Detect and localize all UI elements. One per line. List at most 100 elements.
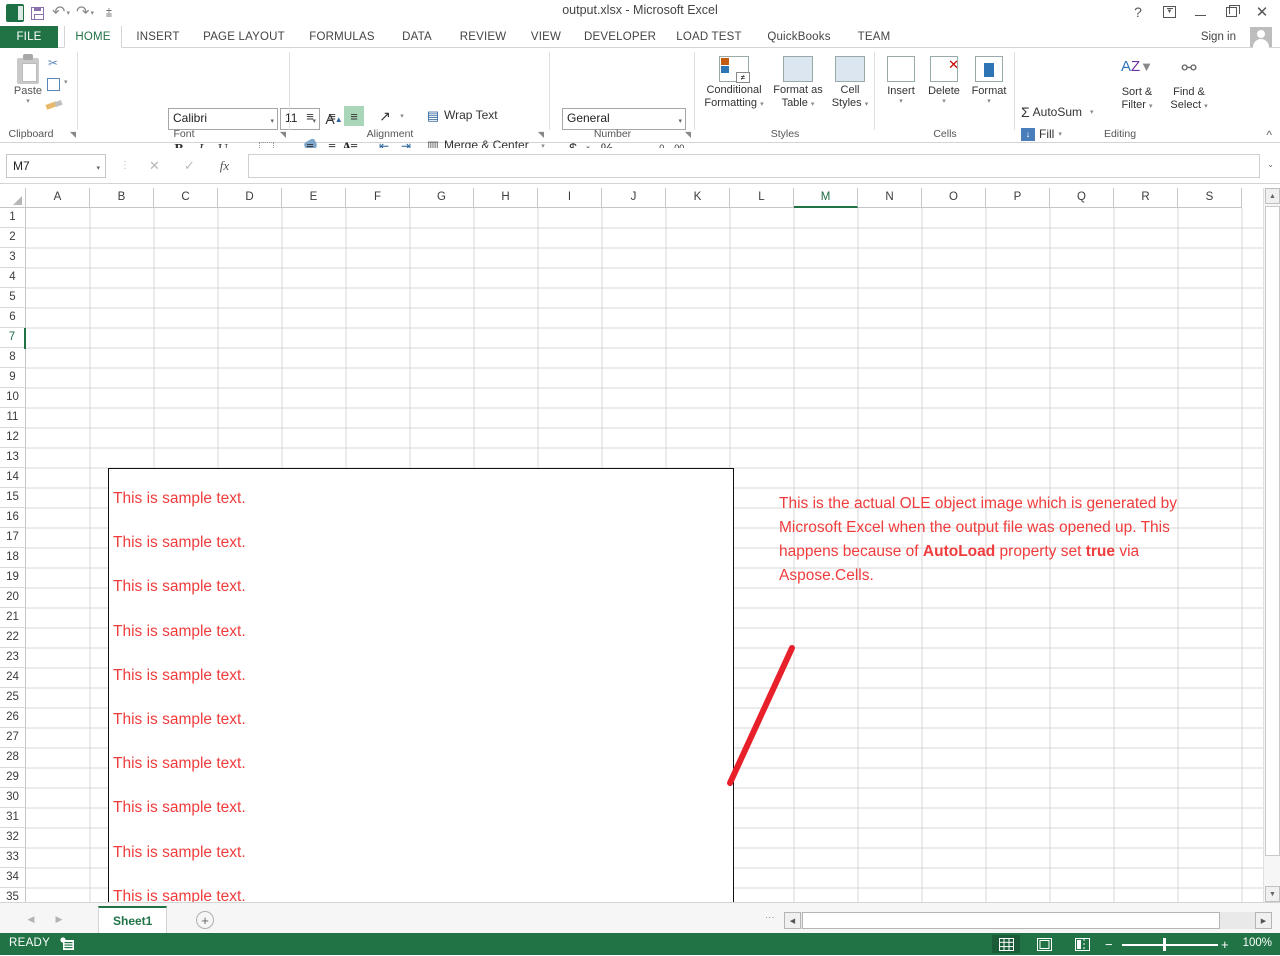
row-header-19[interactable]: 19 <box>0 568 26 588</box>
column-header-l[interactable]: L <box>730 188 794 208</box>
row-header-24[interactable]: 24 <box>0 668 26 688</box>
normal-view-icon[interactable] <box>992 935 1020 953</box>
cell-styles-button[interactable]: Cell Styles ▾ <box>827 54 873 111</box>
row-header-26[interactable]: 26 <box>0 708 26 728</box>
row-header-27[interactable]: 27 <box>0 728 26 748</box>
sheet-tab-sheet1[interactable]: Sheet1 <box>98 906 168 933</box>
column-header-e[interactable]: E <box>282 188 346 208</box>
row-header-3[interactable]: 3 <box>0 248 26 268</box>
row-header-8[interactable]: 8 <box>0 348 26 368</box>
row-header-29[interactable]: 29 <box>0 768 26 788</box>
cut-icon[interactable]: ✂ <box>48 56 58 70</box>
restore-icon[interactable] <box>1217 2 1245 22</box>
row-header-4[interactable]: 4 <box>0 268 26 288</box>
next-sheet-icon[interactable]: ▶ <box>48 911 70 927</box>
column-header-a[interactable]: A <box>26 188 90 208</box>
expand-formula-bar-icon[interactable]: ⌄ <box>1267 160 1274 169</box>
format-painter-icon[interactable] <box>45 99 63 112</box>
align-middle-icon[interactable]: ≡ <box>322 106 342 126</box>
column-header-i[interactable]: I <box>538 188 602 208</box>
page-layout-view-icon[interactable] <box>1030 935 1058 953</box>
row-header-21[interactable]: 21 <box>0 608 26 628</box>
row-header-10[interactable]: 10 <box>0 388 26 408</box>
zoom-out-button[interactable]: − <box>1105 937 1113 952</box>
row-header-7[interactable]: 7 <box>0 328 26 348</box>
column-header-k[interactable]: K <box>666 188 730 208</box>
ole-object[interactable]: This is sample text. This is sample text.… <box>108 468 734 902</box>
formula-input[interactable] <box>248 154 1260 178</box>
vertical-scroll-thumb[interactable] <box>1265 206 1280 856</box>
row-header-12[interactable]: 12 <box>0 428 26 448</box>
sort-filter-button[interactable]: AZ▼ Sort & Filter ▾ <box>1113 58 1161 113</box>
row-header-11[interactable]: 11 <box>0 408 26 428</box>
copy-icon[interactable] <box>47 78 60 91</box>
page-break-preview-icon[interactable] <box>1068 935 1096 953</box>
wrap-text-icon[interactable]: ▤ <box>424 106 442 126</box>
number-format-caret-icon[interactable]: ▾ <box>678 117 682 125</box>
select-all-corner[interactable] <box>0 188 26 208</box>
tab-team[interactable]: TEAM <box>848 26 900 48</box>
close-icon[interactable]: ✕ <box>1248 2 1276 22</box>
scroll-down-icon[interactable]: ▼ <box>1265 886 1280 902</box>
zoom-in-button[interactable]: + <box>1221 937 1229 952</box>
format-as-table-button[interactable]: Format as Table ▾ <box>769 54 827 111</box>
insert-cells-button[interactable]: Insert ▾ <box>881 56 921 105</box>
add-sheet-icon[interactable]: + <box>196 911 214 929</box>
row-header-2[interactable]: 2 <box>0 228 26 248</box>
font-name-caret-icon[interactable]: ▾ <box>270 117 274 125</box>
insert-function-icon[interactable]: fx <box>207 154 242 178</box>
tab-quickbooks[interactable]: QuickBooks <box>756 26 842 48</box>
column-header-c[interactable]: C <box>154 188 218 208</box>
minimize-icon[interactable] <box>1186 2 1214 22</box>
tab-load-test[interactable]: LOAD TEST <box>668 26 750 48</box>
align-top-icon[interactable]: ≡ <box>300 106 320 126</box>
column-header-m[interactable]: M <box>794 188 858 208</box>
column-header-g[interactable]: G <box>410 188 474 208</box>
wrap-text-button[interactable]: Wrap Text <box>444 108 498 122</box>
column-header-d[interactable]: D <box>218 188 282 208</box>
row-header-15[interactable]: 15 <box>0 488 26 508</box>
tab-insert[interactable]: INSERT <box>128 26 188 48</box>
font-name-input[interactable]: Calibri ▾ <box>168 108 278 130</box>
row-header-13[interactable]: 13 <box>0 448 26 468</box>
row-header-22[interactable]: 22 <box>0 628 26 648</box>
name-box-caret-icon[interactable]: ▾ <box>96 164 100 172</box>
row-header-17[interactable]: 17 <box>0 528 26 548</box>
column-header-p[interactable]: P <box>986 188 1050 208</box>
row-header-31[interactable]: 31 <box>0 808 26 828</box>
row-header-30[interactable]: 30 <box>0 788 26 808</box>
scroll-right-icon[interactable]: ▶ <box>1255 912 1272 929</box>
row-header-14[interactable]: 14 <box>0 468 26 488</box>
row-header-23[interactable]: 23 <box>0 648 26 668</box>
collapse-ribbon-icon[interactable]: ^ <box>1266 128 1272 142</box>
find-select-button[interactable]: ⚯ Find & Select ▾ <box>1163 58 1215 113</box>
tab-developer[interactable]: DEVELOPER <box>576 26 662 48</box>
zoom-slider-thumb[interactable] <box>1163 938 1166 951</box>
tab-view[interactable]: VIEW <box>522 26 570 48</box>
column-header-h[interactable]: H <box>474 188 538 208</box>
column-header-q[interactable]: Q <box>1050 188 1114 208</box>
orientation-caret-icon[interactable]: ▾ <box>396 106 408 126</box>
tab-file[interactable]: FILE <box>0 26 58 48</box>
row-header-18[interactable]: 18 <box>0 548 26 568</box>
vertical-scrollbar[interactable]: ▲ ▼ <box>1263 188 1280 902</box>
column-header-j[interactable]: J <box>602 188 666 208</box>
scroll-up-icon[interactable]: ▲ <box>1265 188 1280 204</box>
number-dialog-launcher[interactable]: ◥ <box>685 130 691 139</box>
row-header-35[interactable]: 35 <box>0 888 26 902</box>
tab-review[interactable]: REVIEW <box>450 26 516 48</box>
row-header-33[interactable]: 33 <box>0 848 26 868</box>
number-format-select[interactable]: General ▾ <box>562 108 686 130</box>
worksheet-grid[interactable]: ABCDEFGHIJKLMNOPQRS 1 2 3 4 5 6 7 8 9 10 11 12 13 14 1… <box>0 188 1280 902</box>
clipboard-dialog-launcher[interactable]: ◥ <box>70 130 76 139</box>
horizontal-scrollbar[interactable]: ◀ ▶ <box>784 912 1272 929</box>
row-header-5[interactable]: 5 <box>0 288 26 308</box>
help-icon[interactable]: ? <box>1124 2 1152 22</box>
row-header-32[interactable]: 32 <box>0 828 26 848</box>
ribbon-display-options-icon[interactable] <box>1155 2 1183 22</box>
horizontal-scroll-thumb[interactable] <box>802 912 1220 929</box>
macro-record-icon[interactable] <box>60 937 75 951</box>
cancel-formula-icon[interactable]: ✕ <box>137 154 172 178</box>
tab-formulas[interactable]: FORMULAS <box>300 26 384 48</box>
row-header-25[interactable]: 25 <box>0 688 26 708</box>
